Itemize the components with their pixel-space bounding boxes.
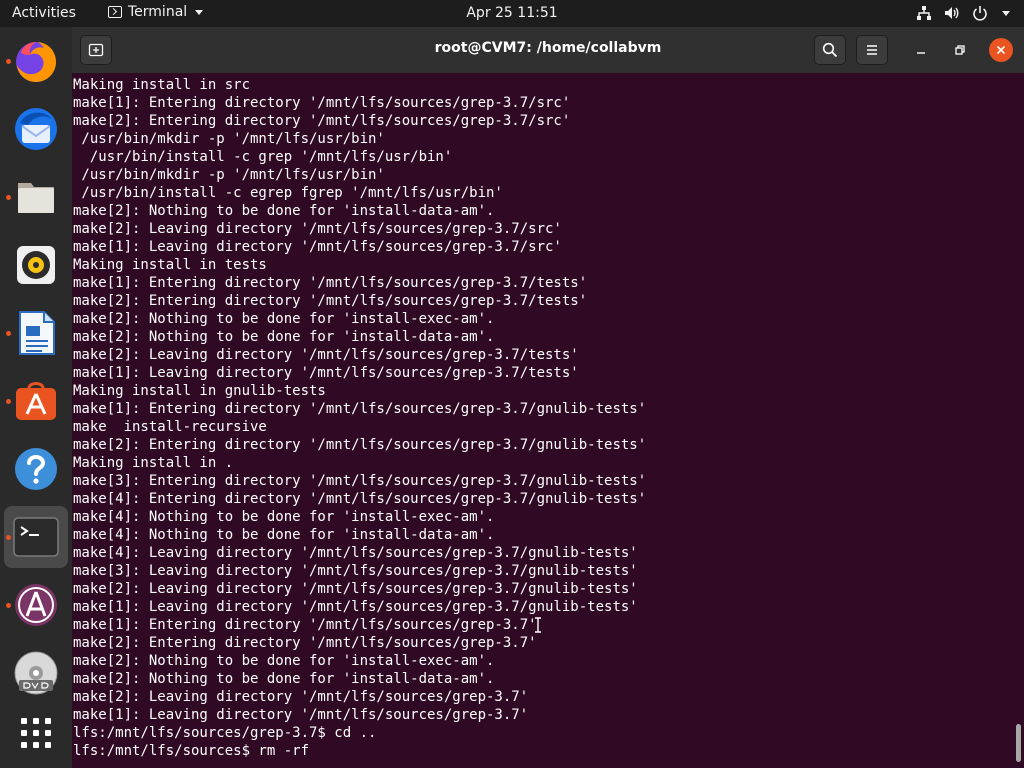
system-tray[interactable] [916, 3, 1010, 23]
terminal-line: make[2]: Entering directory '/mnt/lfs/so… [73, 293, 588, 309]
search-icon [822, 42, 838, 58]
clock[interactable]: Apr 25 11:51 [466, 5, 557, 21]
text-cursor-icon [535, 617, 541, 633]
header-bar[interactable]: root@CVM7: /home/collabvm [72, 27, 1024, 73]
terminal-line: Making install in tests [73, 257, 267, 273]
terminal-line: /usr/bin/install -c grep '/mnt/lfs/usr/b… [73, 149, 453, 165]
network-icon[interactable] [916, 5, 932, 21]
system-menu-chevron-icon[interactable] [1002, 10, 1010, 16]
terminal-line: make[1]: Leaving directory '/mnt/lfs/sou… [73, 599, 638, 615]
ubuntu-software-icon [16, 382, 56, 420]
terminal-line: make[2]: Nothing to be done for 'install… [73, 653, 495, 669]
dock-item-rhythmbox[interactable] [4, 234, 68, 296]
terminal-line: make[2]: Leaving directory '/mnt/lfs/sou… [73, 581, 638, 597]
terminal-line: make[2]: Leaving directory '/mnt/lfs/sou… [73, 347, 579, 363]
terminal-line: make[2]: Nothing to be done for 'install… [73, 329, 495, 345]
maximize-button[interactable] [948, 38, 972, 62]
dock-item-thunderbird[interactable] [4, 98, 68, 160]
terminal-line: make[2]: Nothing to be done for 'install… [73, 311, 495, 327]
top-bar: Activities Terminal Apr 25 11:51 [0, 0, 1024, 27]
running-indicator [6, 603, 11, 608]
dock-item-writer[interactable] [4, 302, 68, 364]
terminal-line: make[1]: Leaving directory '/mnt/lfs/sou… [73, 707, 529, 723]
terminal-line: make[4]: Nothing to be done for 'install… [73, 509, 495, 525]
dock-item-ubuntu-software[interactable] [4, 370, 68, 432]
restore-icon [955, 45, 965, 55]
terminal-line: make[1]: Entering directory '/mnt/lfs/so… [73, 275, 588, 291]
libreoffice-writer-icon [19, 311, 55, 355]
terminal-line: make[2]: Leaving directory '/mnt/lfs/sou… [73, 221, 562, 237]
terminal-line: lfs:/mnt/lfs/sources/grep-3.7$ cd .. [73, 725, 377, 741]
dvd-icon [14, 651, 58, 695]
running-indicator [6, 331, 11, 336]
terminal-line: /usr/bin/mkdir -p '/mnt/lfs/usr/bin' [73, 167, 385, 183]
activities-button[interactable]: Activities [12, 5, 76, 21]
running-indicator [6, 399, 11, 404]
running-indicator [6, 59, 11, 64]
close-button[interactable] [989, 38, 1013, 62]
dock-item-firefox[interactable] [4, 30, 68, 92]
terminal-line: make[2]: Entering directory '/mnt/lfs/so… [73, 437, 647, 453]
terminal-line: make[3]: Leaving directory '/mnt/lfs/sou… [73, 563, 638, 579]
terminal-line: /usr/bin/install -c egrep fgrep '/mnt/lf… [73, 185, 503, 201]
close-icon [996, 45, 1006, 55]
dock-item-help[interactable] [4, 438, 68, 500]
app-menu[interactable]: Terminal [108, 4, 204, 20]
running-indicator [6, 535, 11, 540]
dock-item-software-updater[interactable] [4, 574, 68, 636]
firefox-icon [16, 42, 56, 82]
dock [0, 27, 72, 768]
rhythmbox-icon [17, 246, 55, 284]
terminal-line: make[4]: Leaving directory '/mnt/lfs/sou… [73, 545, 638, 561]
terminal-line: make[2]: Nothing to be done for 'install… [73, 671, 495, 687]
terminal-app-icon [108, 6, 122, 18]
terminal-output[interactable]: Making install in src make[1]: Entering d… [72, 73, 1024, 768]
terminal-line: make[1]: Entering directory '/mnt/lfs/so… [73, 401, 647, 417]
terminal-line: /usr/bin/mkdir -p '/mnt/lfs/usr/bin' [73, 131, 385, 147]
terminal-line: Making install in gnulib-tests [73, 383, 326, 399]
files-icon [18, 183, 54, 213]
terminal-line: make[2]: Leaving directory '/mnt/lfs/sou… [73, 689, 529, 705]
terminal-line: make install-recursive [73, 419, 267, 435]
dock-item-terminal[interactable] [4, 506, 68, 568]
hamburger-menu-icon [867, 45, 877, 55]
terminal-line: make[3]: Entering directory '/mnt/lfs/so… [73, 473, 647, 489]
terminal-line: make[1]: Leaving directory '/mnt/lfs/sou… [73, 239, 562, 255]
terminal-line: make[2]: Nothing to be done for 'install… [73, 203, 495, 219]
app-menu-label: Terminal [128, 4, 188, 20]
help-icon [15, 448, 57, 490]
software-updater-icon [15, 584, 57, 626]
menu-button[interactable] [856, 35, 888, 65]
minimize-button[interactable] [909, 38, 933, 62]
dock-item-show-applications[interactable] [4, 702, 68, 764]
volume-icon[interactable] [944, 5, 960, 21]
terminal-line: Making install in . [73, 455, 234, 471]
dock-item-dvd[interactable] [4, 642, 68, 704]
dock-item-files[interactable] [4, 166, 68, 228]
terminal-line: make[2]: Entering directory '/mnt/lfs/so… [73, 635, 537, 651]
thunderbird-icon [15, 108, 57, 150]
terminal-line: lfs:/mnt/lfs/sources$ rm -rf [73, 742, 646, 760]
terminal-line: Making install in src [73, 77, 251, 93]
terminal-line: make[1]: Entering directory '/mnt/lfs/so… [73, 617, 537, 633]
terminal-line: make[1]: Entering directory '/mnt/lfs/so… [73, 95, 571, 111]
terminal-icon [13, 517, 59, 557]
show-applications-icon [21, 718, 51, 748]
terminal-cursor [317, 742, 325, 758]
power-icon[interactable] [972, 5, 988, 21]
terminal-window: root@CVM7: /home/collabvm Making install… [72, 27, 1024, 768]
scrollbar-thumb[interactable] [1016, 724, 1021, 762]
search-button[interactable] [814, 35, 846, 65]
terminal-line: make[4]: Entering directory '/mnt/lfs/so… [73, 491, 647, 507]
terminal-line: make[1]: Leaving directory '/mnt/lfs/sou… [73, 365, 579, 381]
terminal-lines: Making install in src make[1]: Entering d… [73, 76, 646, 760]
minimize-icon [917, 52, 925, 54]
terminal-line: make[4]: Nothing to be done for 'install… [73, 527, 495, 543]
running-indicator [6, 195, 11, 200]
terminal-line: make[2]: Entering directory '/mnt/lfs/so… [73, 113, 571, 129]
chevron-down-icon [195, 9, 204, 15]
